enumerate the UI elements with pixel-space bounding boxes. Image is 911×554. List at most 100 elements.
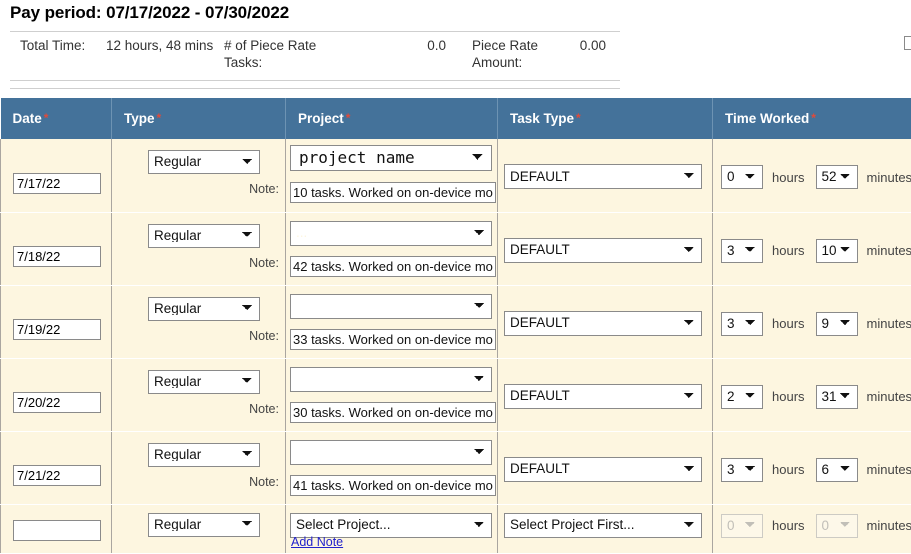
note-input[interactable]: [290, 255, 496, 277]
cell-date: [0, 358, 112, 432]
minutes-label: minutes: [866, 389, 911, 404]
timesheet-page: Pay period: 07/17/2022 - 07/30/2022 Tota…: [0, 0, 911, 554]
minutes-label: minutes: [866, 316, 911, 331]
table-row: Regular Note: ...: [0, 212, 911, 286]
type-select[interactable]: Regular: [148, 369, 260, 394]
cell-type: Regular Note:: [111, 139, 286, 213]
cell-project: ...: [285, 212, 498, 286]
note-input[interactable]: [290, 474, 496, 496]
type-select[interactable]: Regular: [148, 150, 260, 174]
page-title: Pay period: 07/17/2022 - 07/30/2022: [10, 3, 290, 22]
project-select[interactable]: [290, 366, 492, 392]
note-label: Note:: [249, 328, 279, 343]
date-input[interactable]: [13, 391, 101, 413]
note-input[interactable]: [290, 182, 496, 203]
task-type-select[interactable]: DEFAULT: [504, 237, 702, 263]
table-row: Regular Note:: [0, 285, 911, 359]
table-row: Regular Note:: [0, 358, 911, 432]
project-select[interactable]: ...: [290, 220, 492, 246]
minutes-select[interactable]: 31: [815, 384, 858, 409]
cell-type: Regular Note:: [111, 212, 286, 286]
required-marker: *: [811, 110, 816, 125]
new-task-type-select[interactable]: Select Project First...: [504, 512, 702, 538]
task-type-select[interactable]: DEFAULT: [504, 456, 702, 482]
cell-type: Regular: [111, 504, 286, 553]
column-header-date-label: Date: [12, 110, 42, 126]
note-input[interactable]: [290, 328, 496, 350]
clipped-checkbox[interactable]: [904, 36, 911, 50]
cell-date: [0, 212, 112, 286]
cell-task-type: DEFAULT: [497, 212, 713, 286]
new-date-input[interactable]: [13, 520, 101, 541]
minutes-select[interactable]: 6: [815, 457, 858, 482]
cell-task-type: DEFAULT: [497, 358, 713, 432]
cell-type: Regular Note:: [111, 431, 286, 505]
hours-label: hours: [772, 169, 805, 185]
column-header-time-worked-label: Time Worked: [725, 110, 810, 126]
cell-time-worked: 3 hours 9 minutes: [712, 285, 911, 359]
summary-panel: Total Time: 12 hours, 48 mins # of Piece…: [10, 31, 620, 81]
hours-select[interactable]: 2: [721, 384, 763, 409]
cell-type: Regular Note:: [111, 358, 286, 432]
date-input[interactable]: [13, 245, 101, 267]
new-hours-select[interactable]: 0: [721, 513, 763, 538]
task-type-select[interactable]: DEFAULT: [504, 164, 702, 189]
piece-rate-tasks-value: 0.0: [427, 38, 446, 53]
cell-time-worked: 3 hours 10 minutes: [712, 212, 911, 286]
add-note-link[interactable]: Add Note: [291, 535, 343, 549]
hours-select[interactable]: 3: [721, 238, 763, 263]
column-header-type: Type *: [111, 98, 286, 139]
cell-date: [0, 139, 112, 213]
minutes-select[interactable]: 9: [815, 311, 858, 336]
summary-table: Total Time: 12 hours, 48 mins # of Piece…: [10, 31, 620, 81]
note-label: Note:: [249, 255, 279, 270]
required-marker: *: [576, 110, 581, 125]
piece-rate-tasks-label: # of Piece Rate Tasks:: [224, 38, 317, 70]
piece-rate-amount-label: Piece Rate Amount:: [472, 38, 539, 70]
cell-project: [285, 285, 498, 359]
note-label: Note:: [249, 401, 279, 416]
cell-time-worked: 0 hours 0 minutes: [712, 504, 911, 553]
note-input[interactable]: [290, 401, 496, 423]
type-select[interactable]: Regular: [148, 223, 260, 248]
date-input[interactable]: [13, 464, 101, 486]
minutes-label: minutes: [866, 462, 911, 477]
type-select[interactable]: Regular: [148, 296, 260, 321]
project-select[interactable]: project name: [290, 145, 492, 171]
total-time-label: Total Time:: [20, 38, 86, 53]
cell-task-type: DEFAULT: [497, 285, 713, 359]
hours-label: hours: [772, 389, 805, 404]
cell-project: [285, 358, 498, 432]
new-type-select[interactable]: Regular: [148, 512, 260, 537]
new-minutes-select[interactable]: 0: [815, 513, 858, 538]
column-header-date: Date *: [0, 98, 112, 139]
note-label: Note:: [249, 182, 279, 196]
minutes-select[interactable]: 52: [815, 165, 858, 189]
project-select[interactable]: [290, 293, 492, 319]
required-marker: *: [43, 110, 49, 125]
cell-project: project name: [285, 139, 498, 213]
date-input[interactable]: [13, 318, 101, 340]
column-header-time-worked: Time Worked *: [712, 98, 911, 139]
cell-project: [285, 431, 498, 505]
hours-select[interactable]: 0: [721, 165, 763, 189]
minutes-label: minutes: [866, 243, 911, 258]
task-type-select[interactable]: DEFAULT: [504, 310, 702, 336]
cell-date: [0, 504, 112, 553]
cell-type: Regular Note:: [111, 285, 286, 359]
hours-select[interactable]: 3: [721, 457, 763, 482]
cell-time-worked: 2 hours 31 minutes: [712, 358, 911, 432]
hours-label: hours: [772, 316, 805, 331]
minutes-select[interactable]: 10: [815, 238, 858, 263]
task-type-select[interactable]: DEFAULT: [504, 383, 702, 409]
date-input[interactable]: [13, 172, 101, 194]
timesheet-table: Date * Type * Project * Task Type * Time Wor…: [0, 98, 911, 553]
required-marker: *: [345, 110, 351, 125]
type-select[interactable]: Regular: [148, 442, 260, 467]
hours-label: hours: [772, 243, 805, 258]
hours-select[interactable]: 3: [721, 311, 763, 336]
project-select[interactable]: [290, 439, 492, 465]
cell-task-type: DEFAULT: [497, 431, 713, 505]
column-header-task-type-label: Task Type: [510, 110, 575, 126]
total-time-value: 12 hours, 48 mins: [106, 38, 214, 53]
